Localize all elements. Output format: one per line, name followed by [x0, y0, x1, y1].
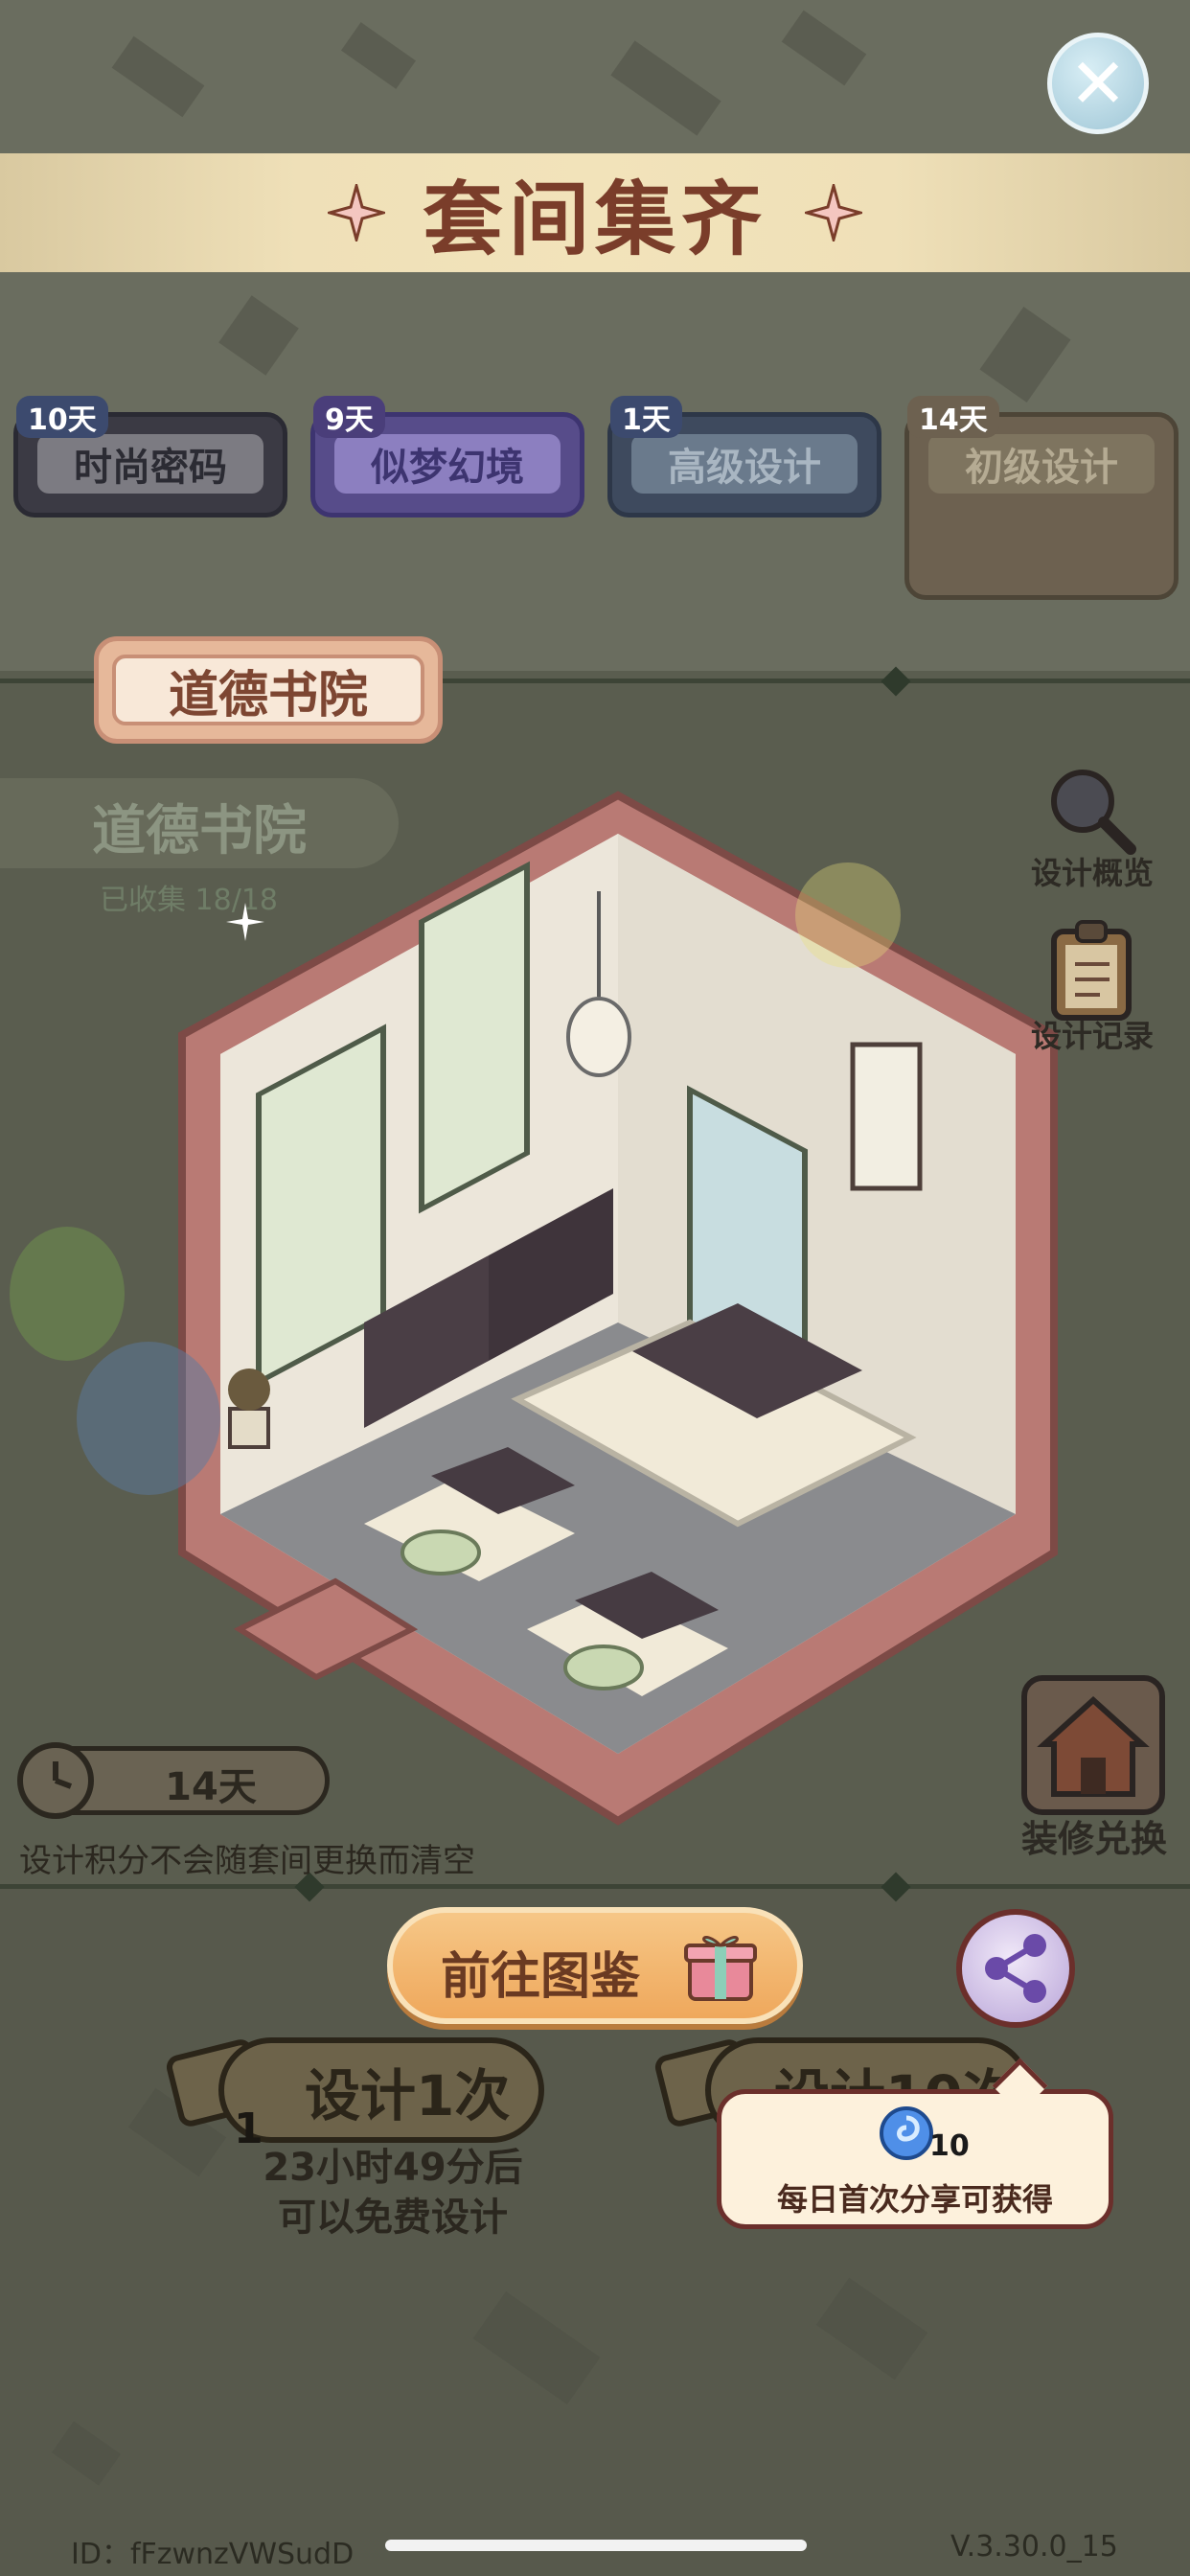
design-once-label[interactable]: 设计1次: [305, 2051, 510, 2131]
close-icon: ✕: [1068, 43, 1128, 124]
magnifier-icon[interactable]: [1044, 763, 1136, 855]
free-design-countdown: 23小时49分后 可以免费设计: [201, 2143, 584, 2242]
gift-icon: [684, 1936, 757, 2001]
sparkle-icon: [226, 903, 264, 941]
tab-label: 高级设计: [631, 434, 858, 494]
room-label-text: 道德书院: [112, 655, 424, 725]
home-indicator[interactable]: [385, 2540, 807, 2551]
house-icon: [1037, 1695, 1150, 1797]
share-icon: [985, 1934, 1046, 2003]
app-version: V.3.30.0_15: [950, 2530, 1118, 2564]
score-note: 设计积分不会随套间更换而清空: [19, 1842, 475, 1880]
bokeh-light: [10, 1227, 125, 1361]
free-design-line1: 23小时49分后: [263, 2146, 523, 2190]
tab-label: 似梦幻境: [334, 434, 561, 494]
tab-basic-design[interactable]: 初级设计 14天: [904, 396, 1179, 600]
tab-advanced-design[interactable]: 高级设计 1天: [607, 396, 881, 518]
renovation-exchange-label[interactable]: 装修兑换: [1008, 1809, 1180, 1862]
swirl-currency-icon: [880, 2106, 933, 2160]
tab-badge: 10天: [16, 396, 108, 438]
tab-badge: 14天: [907, 396, 999, 438]
tab-label: 时尚密码: [37, 434, 263, 494]
divider-bottom: [0, 1884, 1190, 1889]
renovation-exchange-button[interactable]: [1021, 1675, 1165, 1815]
title-banner: 套间集齐: [0, 153, 1190, 272]
timer-days: 14天: [165, 1765, 257, 1809]
share-button[interactable]: [956, 1909, 1075, 2028]
close-button[interactable]: ✕: [1047, 33, 1149, 134]
tab-badge: 1天: [610, 396, 682, 438]
clock-icon: [17, 1742, 94, 1819]
room-illustration: [178, 791, 1058, 1826]
room-label: 道德书院: [94, 636, 443, 744]
design-records-label[interactable]: 设计记录: [1025, 1012, 1159, 1056]
free-design-line2: 可以免费设计: [278, 2196, 508, 2240]
tab-dreamland[interactable]: 似梦幻境 9天: [310, 396, 584, 518]
tab-label: 初级设计: [928, 434, 1155, 494]
page-title: 套间集齐: [422, 172, 767, 266]
sparkle-icon: [328, 184, 385, 242]
bokeh-light: [77, 1342, 220, 1495]
reward-count: 10: [929, 2129, 970, 2163]
sparkle-icon: [805, 184, 862, 242]
goto-album-label[interactable]: 前往图鉴: [441, 1936, 640, 2008]
reward-text: 每日首次分享可获得: [776, 2181, 1053, 2218]
clipboard-icon[interactable]: [1048, 920, 1134, 1022]
design-overview-label[interactable]: 设计概览: [1025, 849, 1159, 893]
tab-fashion-code[interactable]: 时尚密码 10天: [13, 396, 287, 518]
user-id: ID：fFzwnzVWSudD: [71, 2538, 355, 2571]
bokeh-light: [795, 862, 901, 968]
tab-badge: 9天: [313, 396, 385, 438]
